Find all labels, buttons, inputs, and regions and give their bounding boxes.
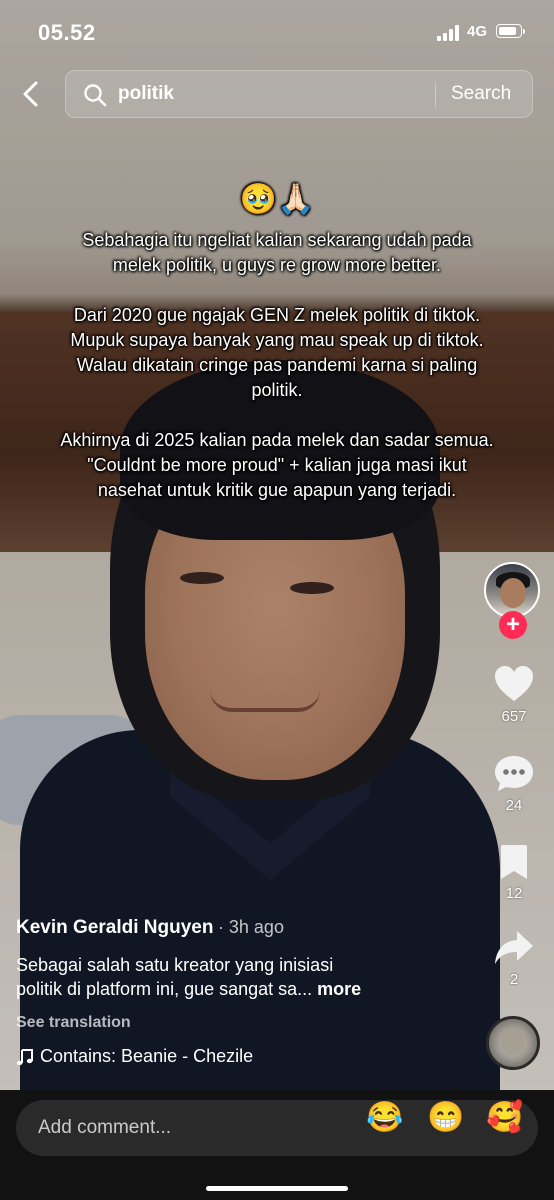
music-title: Contains: Beanie - Chezile: [40, 1046, 254, 1066]
overlay-line: Sebahagia itu ngeliat kalian sekarang ud…: [82, 230, 472, 250]
overlay-line: melek politik, u guys re grow more bette…: [112, 255, 442, 275]
search-query: politik: [118, 83, 174, 104]
music-row[interactable]: Contains: Beanie - Chezile: [16, 1046, 436, 1067]
description-line: Sebagai salah satu kreator yang inisiasi: [16, 955, 334, 975]
status-time: 05.52: [38, 20, 96, 45]
author-name[interactable]: Kevin Geraldi Nguyen: [16, 917, 213, 938]
share-button[interactable]: 2: [482, 929, 546, 988]
quick-emoji-laughing[interactable]: 😂: [366, 1100, 403, 1136]
search-icon: [84, 84, 107, 107]
comment-icon: [495, 756, 533, 791]
status-bar: 05.52 4G: [0, 0, 554, 60]
search-divider: [435, 83, 436, 107]
creator-avatar[interactable]: [484, 562, 540, 618]
battery-icon: [496, 24, 525, 38]
overlay-line: Walau dikatain cringe pas pandemi karna …: [76, 355, 478, 375]
comment-count: 24: [505, 797, 523, 814]
overlay-line: Akhirnya di 2025 kalian pada melek dan s…: [60, 430, 494, 450]
overlay-line: Mupuk supaya banyak yang mau speak up di…: [70, 330, 484, 350]
avatar-face: [500, 578, 526, 608]
video-overlay-caption: 🥹🙏🏻 Sebahagia itu ngeliat kalian sekaran…: [10, 180, 544, 528]
like-button[interactable]: 657: [482, 664, 546, 725]
signal-icon: [437, 25, 461, 41]
home-indicator: [206, 1186, 348, 1191]
screen: 05.52 4G politik Search 🥹🙏🏻 Sebahagia it…: [0, 0, 554, 1200]
music-note-icon: [16, 1048, 33, 1065]
description-line: politik di platform ini, gue sangat sa..…: [16, 979, 313, 999]
see-translation-link[interactable]: See translation: [16, 1014, 436, 1032]
post-time: · 3h ago: [217, 917, 284, 937]
like-count: 657: [501, 708, 527, 725]
bookmark-button[interactable]: 12: [482, 843, 546, 902]
overlay-paragraph-1: Sebahagia itu ngeliat kalian sekarang ud…: [10, 228, 544, 278]
follow-plus-button[interactable]: +: [499, 611, 527, 639]
post-info: Kevin Geraldi Nguyen · 3h ago Sebagai sa…: [16, 917, 436, 1067]
back-button[interactable]: [14, 76, 50, 112]
network-type: 4G: [467, 23, 488, 40]
search-button[interactable]: Search: [451, 83, 511, 105]
music-disc-icon[interactable]: [486, 1016, 540, 1070]
author-row: Kevin Geraldi Nguyen · 3h ago: [16, 917, 436, 939]
overlay-paragraph-2: Dari 2020 gue ngajak GEN Z melek politik…: [10, 303, 544, 403]
overlay-line: Dari 2020 gue ngajak GEN Z melek politik…: [73, 305, 481, 325]
overlay-emoji: 🥹🙏🏻: [239, 183, 315, 216]
quick-emoji-hearts[interactable]: 🥰: [486, 1100, 523, 1136]
share-arrow-icon: [495, 931, 533, 964]
overlay-line: politik.: [251, 380, 303, 400]
overlay-paragraph-3: Akhirnya di 2025 kalian pada melek dan s…: [10, 428, 544, 503]
quick-emoji-grinning[interactable]: 😁: [427, 1100, 464, 1136]
comment-bar: Add comment... 😂 😁 🥰: [0, 1090, 554, 1200]
bookmark-count: 12: [505, 885, 523, 902]
post-description[interactable]: Sebagai salah satu kreator yang inisiasi…: [16, 953, 436, 1001]
more-link[interactable]: more: [317, 979, 361, 999]
search-input[interactable]: politik Search: [65, 70, 533, 118]
overlay-line: "Couldnt be more proud" + kalian juga ma…: [87, 455, 467, 475]
chevron-left-icon: [23, 81, 38, 107]
share-count: 2: [509, 971, 519, 988]
overlay-line: nasehat untuk kritik gue apapun yang ter…: [97, 480, 457, 500]
bookmark-icon: [501, 845, 527, 879]
comment-button[interactable]: 24: [482, 753, 546, 814]
comment-placeholder: Add comment...: [38, 1117, 172, 1138]
heart-icon: [495, 666, 533, 701]
